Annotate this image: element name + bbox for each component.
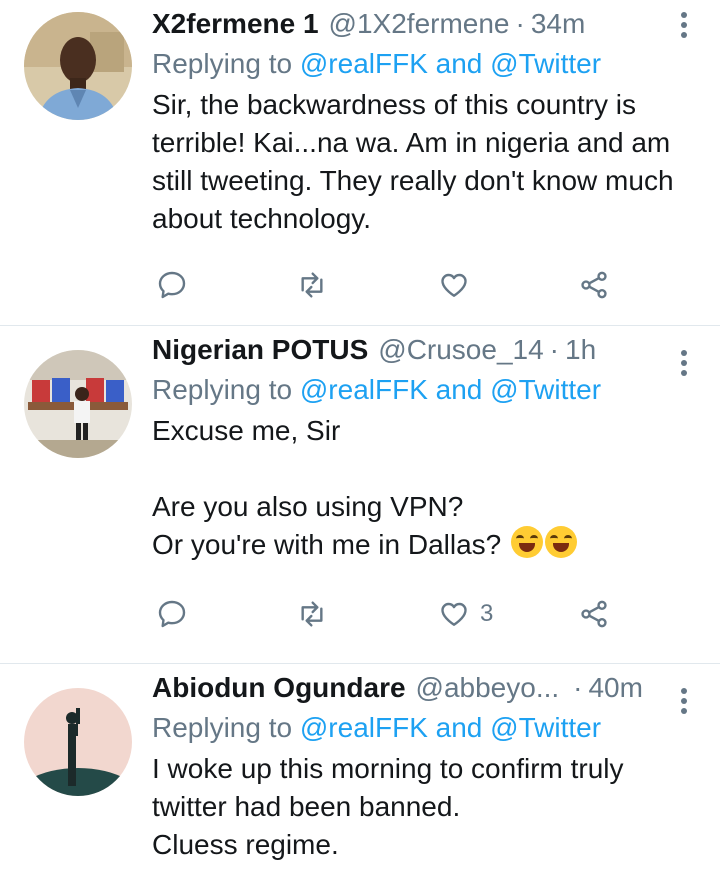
laughing-emoji-icon xyxy=(511,526,544,558)
display-name[interactable]: X2fermene 1 xyxy=(152,6,319,42)
replying-to-label: Replying to xyxy=(152,48,300,79)
retweet-icon xyxy=(301,272,323,298)
more-options-icon[interactable] xyxy=(678,12,690,38)
user-handle[interactable]: @abbeyo... xyxy=(416,670,560,706)
reply-icon xyxy=(158,600,186,628)
like-icon xyxy=(441,273,467,297)
reply-mentions[interactable]: @realFFK and @Twitter xyxy=(300,712,601,743)
tweet[interactable]: X2fermene 1 @1X2fermene · 34m Replying t… xyxy=(0,0,720,326)
like-button[interactable]: 3 xyxy=(438,594,493,634)
share-button[interactable] xyxy=(578,594,610,634)
share-icon xyxy=(581,271,607,299)
separator: · xyxy=(573,672,583,703)
replying-to: Replying to @realFFK and @Twitter xyxy=(152,709,696,747)
separator: · xyxy=(549,334,559,365)
tweet-text: Excuse me, Sir Are you also using VPN? O… xyxy=(152,412,692,564)
reply-button[interactable] xyxy=(156,594,188,634)
tweet[interactable]: Abiodun Ogundare @abbeyo... · 40m Replyi… xyxy=(0,664,720,888)
more-options-icon[interactable] xyxy=(678,350,690,376)
tweet-text: Sir, the backwardness of this country is… xyxy=(152,89,682,234)
laughing-emoji-icon xyxy=(545,526,578,558)
timestamp[interactable]: 34m xyxy=(531,6,585,42)
replying-to: Replying to @realFFK and @Twitter xyxy=(152,45,696,83)
retweet-button[interactable] xyxy=(296,265,328,305)
avatar[interactable] xyxy=(24,688,132,796)
timestamp[interactable]: 40m xyxy=(588,670,642,706)
reply-mentions[interactable]: @realFFK and @Twitter xyxy=(300,48,601,79)
timestamp[interactable]: 1h xyxy=(565,332,596,368)
retweet-icon xyxy=(301,601,323,627)
display-name[interactable]: Abiodun Ogundare xyxy=(152,670,406,706)
avatar[interactable] xyxy=(24,12,132,120)
replying-to-label: Replying to xyxy=(152,712,300,743)
tweet-text: I woke up this morning to confirm truly … xyxy=(152,753,624,860)
like-button[interactable] xyxy=(438,265,480,305)
share-button[interactable] xyxy=(578,265,610,305)
more-options-icon[interactable] xyxy=(678,688,690,714)
avatar[interactable] xyxy=(24,350,132,458)
user-handle[interactable]: @1X2fermene xyxy=(329,6,510,42)
reply-button[interactable] xyxy=(156,265,188,305)
replying-to: Replying to @realFFK and @Twitter xyxy=(152,371,696,409)
like-icon xyxy=(441,602,467,626)
tweet[interactable]: Nigerian POTUS @Crusoe_14 · 1h Replying … xyxy=(0,326,720,664)
reply-icon xyxy=(158,271,186,299)
tweet-text-body: Excuse me, Sir Are you also using VPN? O… xyxy=(152,415,502,560)
replying-to-label: Replying to xyxy=(152,374,300,405)
display-name[interactable]: Nigerian POTUS xyxy=(152,332,368,368)
reply-mentions[interactable]: @realFFK and @Twitter xyxy=(300,374,601,405)
like-count: 3 xyxy=(480,600,494,627)
share-icon xyxy=(581,600,607,628)
separator: · xyxy=(515,8,525,39)
user-handle[interactable]: @Crusoe_14 xyxy=(378,332,543,368)
retweet-button[interactable] xyxy=(296,594,328,634)
